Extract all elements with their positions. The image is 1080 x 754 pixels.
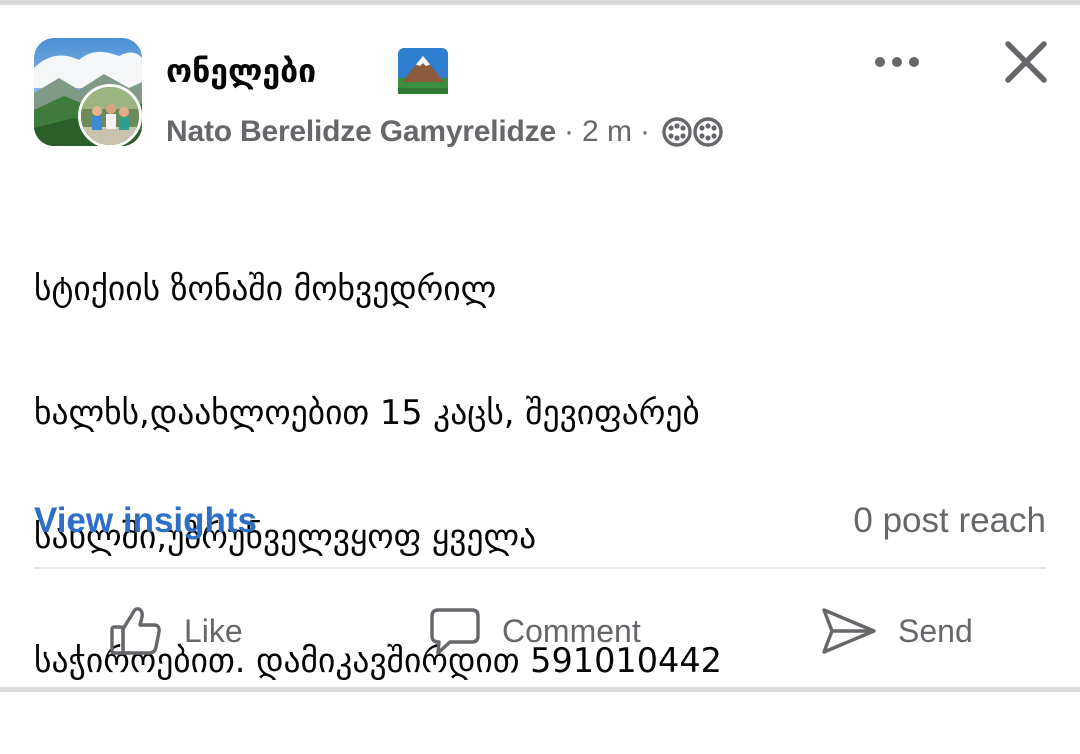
mountain-icon: [398, 48, 448, 94]
bottom-strip: [0, 687, 1080, 692]
send-icon: [822, 608, 876, 654]
post-time[interactable]: 2 m: [582, 115, 632, 149]
members-icon[interactable]: [660, 116, 726, 148]
post-body: სტიქიის ზონაში მოხვედრილ ხალხს,დაახლოები…: [34, 196, 1034, 754]
send-label: Send: [898, 612, 973, 649]
post-meta: Nato Berelidze Gamyrelidze · 2 m ·: [166, 108, 726, 156]
view-insights-link[interactable]: View insights: [34, 496, 257, 546]
comment-label: Comment: [502, 612, 641, 649]
close-icon: [1005, 41, 1047, 83]
more-dots-icon: [875, 57, 919, 67]
group-name[interactable]: ონელები: [166, 46, 316, 96]
like-button[interactable]: Like: [108, 598, 243, 664]
meta-separator: ·: [639, 115, 650, 148]
like-label: Like: [184, 612, 243, 649]
meta-separator: ·: [563, 115, 574, 148]
comment-button[interactable]: Comment: [428, 598, 641, 664]
member-avatar-image: [81, 87, 139, 145]
more-options-button[interactable]: [868, 42, 926, 82]
post-reach-count: 0 post reach: [853, 501, 1046, 540]
thumbs-up-icon: [110, 607, 161, 655]
comment-bubble-icon: [430, 608, 480, 655]
send-button[interactable]: Send: [820, 598, 973, 664]
top-strip: [0, 0, 1080, 5]
close-button[interactable]: [1000, 36, 1052, 88]
post-body-line: სტიქიის ზონაში მოხვედრილ: [34, 269, 497, 308]
divider: [34, 567, 1046, 569]
member-avatar[interactable]: [78, 84, 142, 148]
post-body-line: ხალხს,დაახლოებით 15 კაცს, შევიფარებ: [34, 393, 700, 432]
author-name[interactable]: Nato Berelidze Gamyrelidze: [166, 115, 556, 149]
